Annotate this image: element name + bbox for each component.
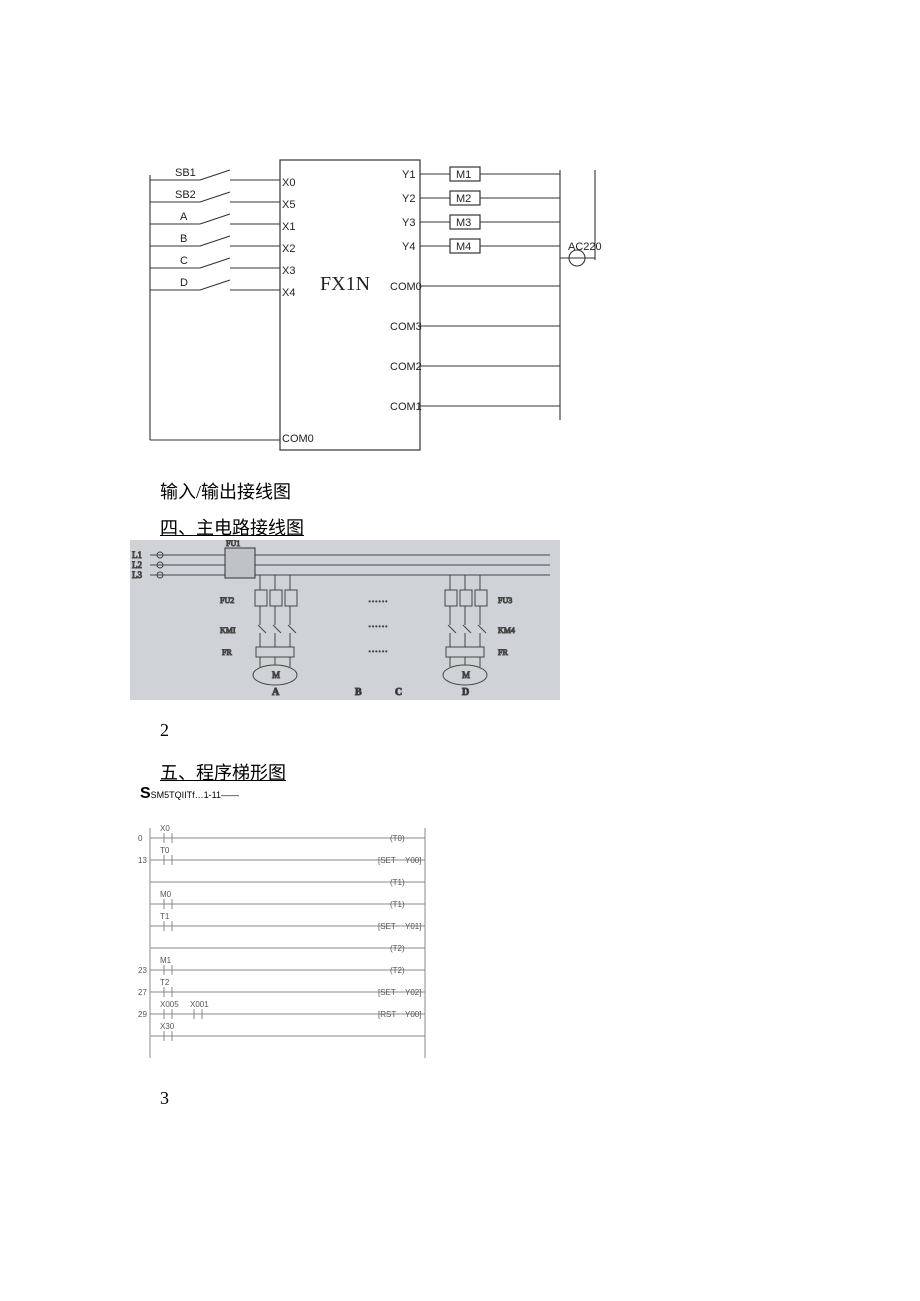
- svg-text:X005: X005: [160, 1000, 179, 1009]
- svg-text:X001: X001: [190, 1000, 209, 1009]
- input-sb2: SB2: [175, 189, 196, 201]
- svg-text:(T1): (T1): [390, 878, 405, 887]
- svg-text:FR: FR: [222, 648, 232, 657]
- svg-text:Y00]: Y00]: [405, 1010, 421, 1019]
- page-number-3: 3: [160, 1088, 920, 1109]
- svg-text:COM1: COM1: [390, 401, 422, 413]
- main-circuit-diagram: L1 L2 L3 FU1 FU2 KMI FR M A: [130, 540, 560, 700]
- svg-text:(T1): (T1): [390, 900, 405, 909]
- page-number-2: 2: [160, 720, 920, 741]
- svg-text:FU3: FU3: [498, 596, 512, 605]
- load-m4: M4: [456, 241, 471, 253]
- svg-text:C: C: [395, 687, 402, 698]
- svg-text:FR: FR: [498, 648, 508, 657]
- svg-text:Y00]: Y00]: [405, 856, 421, 865]
- svg-text:X1: X1: [282, 221, 295, 233]
- svg-text:L2: L2: [132, 560, 142, 570]
- svg-text:X3: X3: [282, 265, 295, 277]
- svg-text:Y01]: Y01]: [405, 922, 421, 931]
- svg-text:M: M: [462, 670, 470, 680]
- svg-text:L1: L1: [132, 550, 142, 560]
- svg-text:29: 29: [138, 1010, 147, 1019]
- svg-text:X4: X4: [282, 287, 295, 299]
- svg-text:Y4: Y4: [402, 241, 415, 253]
- svg-text:Y3: Y3: [402, 217, 415, 229]
- svg-text:······: ······: [368, 647, 388, 658]
- svg-text:(T2): (T2): [390, 966, 405, 975]
- svg-text:X2: X2: [282, 243, 295, 255]
- subhead-s: S: [140, 785, 151, 802]
- svg-text:······: ······: [368, 622, 388, 633]
- svg-text:(T2): (T2): [390, 944, 405, 953]
- svg-text:T0: T0: [160, 846, 170, 855]
- svg-text:B: B: [355, 687, 362, 698]
- svg-text:0: 0: [138, 834, 143, 843]
- svg-text:D: D: [462, 687, 469, 698]
- plc-model: FX1N: [320, 273, 370, 295]
- svg-text:KMI: KMI: [220, 626, 236, 635]
- svg-text:[RST: [RST: [378, 1010, 396, 1019]
- input-d: D: [180, 277, 188, 289]
- svg-text:X5: X5: [282, 199, 295, 211]
- svg-text:COM0: COM0: [282, 433, 314, 445]
- input-sb1: SB1: [175, 167, 196, 179]
- heading-ladder: 五、程序梯形图: [160, 761, 920, 785]
- load-m1: M1: [456, 169, 471, 181]
- svg-text:13: 13: [138, 856, 147, 865]
- io-caption: 输入/输出接线图: [160, 480, 920, 504]
- load-m2: M2: [456, 193, 471, 205]
- svg-text:FU1: FU1: [226, 540, 240, 548]
- svg-text:COM0: COM0: [390, 281, 422, 293]
- svg-text:[SET: [SET: [378, 856, 396, 865]
- svg-text:Y2: Y2: [402, 193, 415, 205]
- heading-main-circuit: 四、主电路接线图: [160, 516, 920, 540]
- svg-text:(T0): (T0): [390, 834, 405, 843]
- svg-text:M: M: [272, 670, 280, 680]
- svg-text:X0: X0: [282, 177, 295, 189]
- svg-text:COM3: COM3: [390, 321, 422, 333]
- svg-text:27: 27: [138, 988, 147, 997]
- svg-text:M1: M1: [160, 956, 172, 965]
- input-b: B: [180, 233, 187, 245]
- svg-text:[SET: [SET: [378, 988, 396, 997]
- svg-text:FU2: FU2: [220, 596, 234, 605]
- svg-text:23: 23: [138, 966, 147, 975]
- plc-io-diagram: .pn { font: 11px sans-serif; fill:#222; …: [130, 140, 610, 460]
- input-c: C: [180, 255, 188, 267]
- svg-text:X0: X0: [160, 824, 170, 833]
- svg-text:Y1: Y1: [402, 169, 415, 181]
- svg-text:······: ······: [368, 597, 388, 608]
- svg-text:COM2: COM2: [390, 361, 422, 373]
- subhead: SM5TQIITf…1-11——: [151, 790, 239, 800]
- svg-text:M0: M0: [160, 890, 172, 899]
- svg-text:[SET: [SET: [378, 922, 396, 931]
- load-m3: M3: [456, 217, 471, 229]
- input-a: A: [180, 211, 188, 223]
- svg-text:T1: T1: [160, 912, 170, 921]
- svg-text:KM4: KM4: [498, 626, 515, 635]
- svg-text:T2: T2: [160, 978, 170, 987]
- svg-text:Y02]: Y02]: [405, 988, 421, 997]
- svg-text:X30: X30: [160, 1022, 175, 1031]
- svg-text:L3: L3: [132, 570, 142, 580]
- supply-ac220: AC220: [568, 241, 602, 253]
- svg-text:A: A: [272, 687, 280, 698]
- ladder-diagram: .ll { stroke:#888; stroke-width:1; fill:…: [130, 818, 440, 1068]
